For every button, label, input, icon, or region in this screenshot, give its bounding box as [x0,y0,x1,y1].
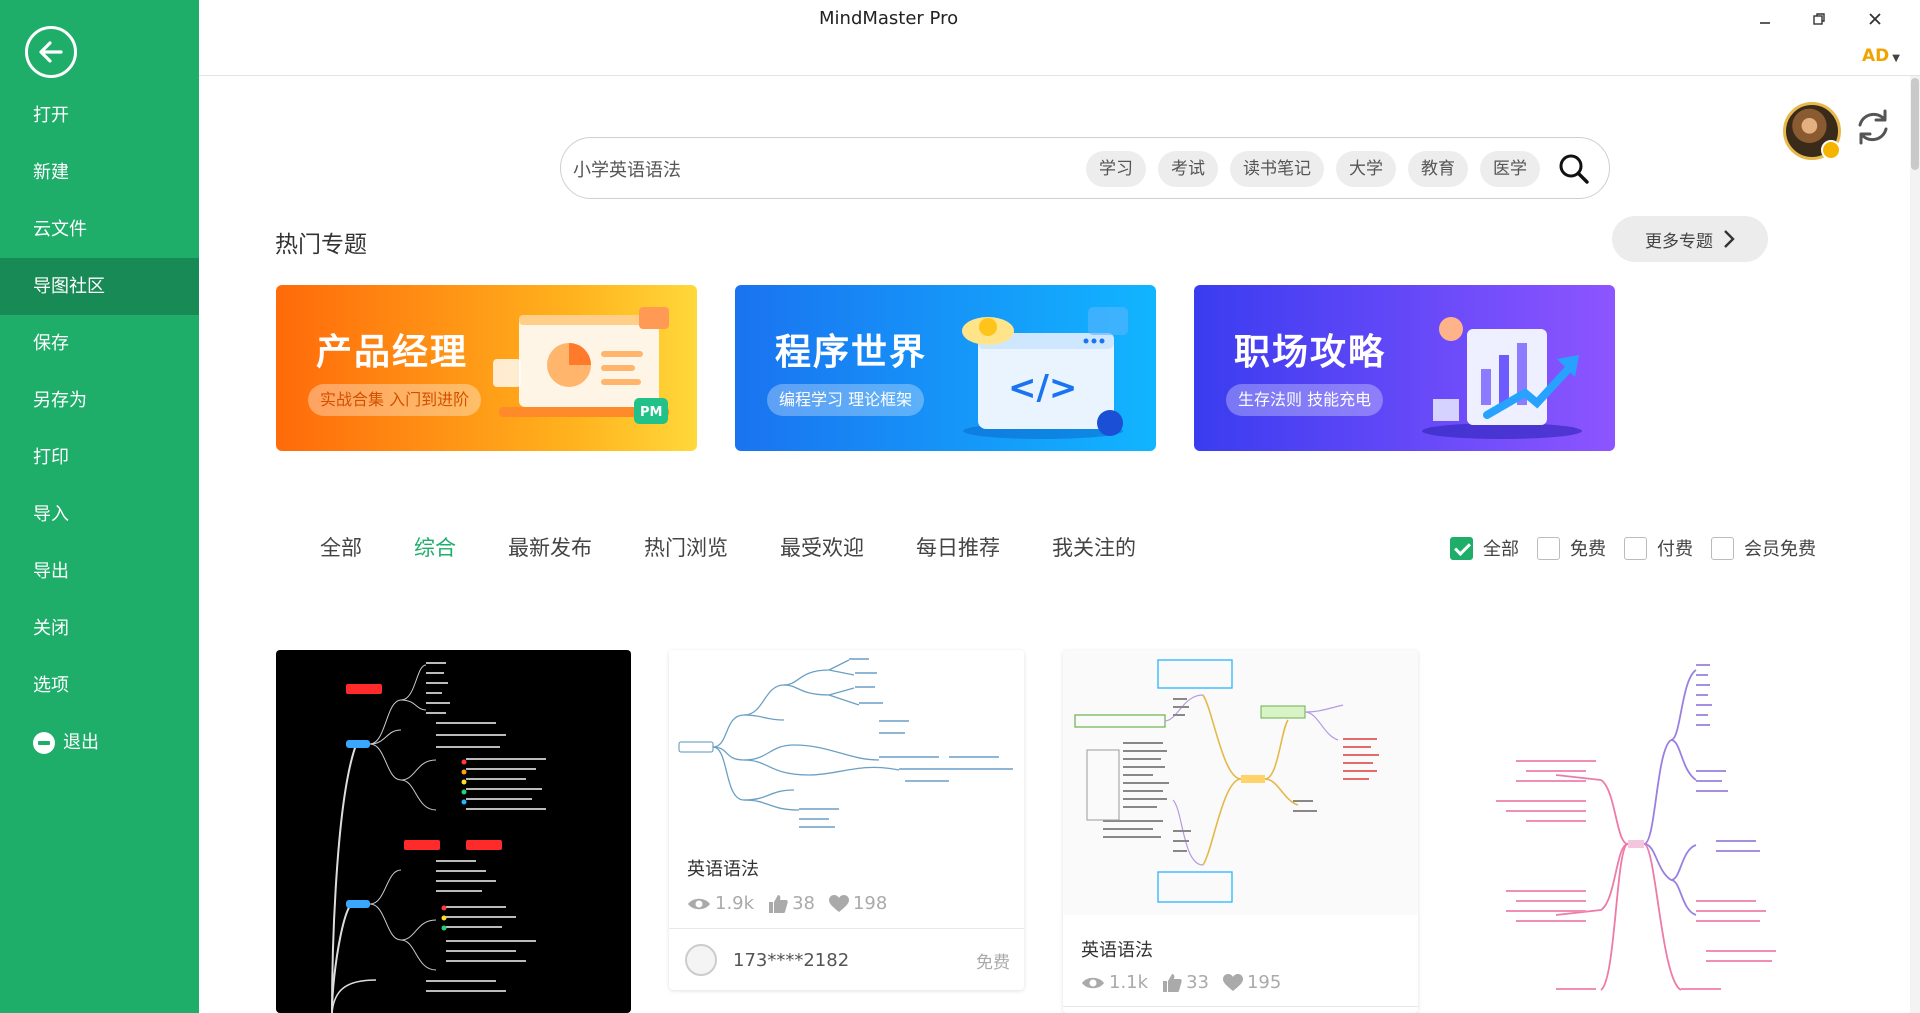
price-label: 免费 [976,953,1010,973]
growth-chart-illustration-icon [1422,317,1582,439]
scroll-thumb[interactable] [1911,78,1919,170]
sidebar-item-community[interactable]: 导图社区 [0,258,199,315]
search-tag[interactable]: 读书笔记 [1230,151,1324,187]
presentation-illustration-icon: PM [493,307,669,424]
sidebar-menu: 打开 新建 云文件 导图社区 保存 另存为 打印 导入 导出 关闭 选项 退出 [0,87,199,771]
filter-tabs: 全部 综合 最新发布 热门浏览 最受欢迎 每日推荐 我关注的 [320,532,1188,562]
card-author[interactable]: 173****2182 [685,944,849,976]
card-divider [1063,1006,1418,1007]
section-title: 热门专题 [275,232,367,258]
minimize-icon [1760,22,1770,24]
sidebar-item-open[interactable]: 打开 [0,87,199,144]
sidebar-item-new[interactable]: 新建 [0,144,199,201]
caret-down-icon: ▼ [1892,53,1900,64]
mindmap-thumbnail [669,650,1024,835]
minimize-button[interactable] [1750,6,1780,32]
sidebar: 打开 新建 云文件 导图社区 保存 另存为 打印 导入 导出 关闭 选项 退出 [0,0,199,1013]
tab-popular[interactable]: 最受欢迎 [780,532,864,562]
account-menu[interactable]: AD ▼ [1862,46,1900,66]
search-tag[interactable]: 学习 [1086,151,1146,187]
title-bar: MindMaster Pro AD ▼ [199,0,1920,76]
card-title: 英语语法 [1081,940,1153,961]
banner-programming[interactable]: 程序世界 编程学习 理论框架 </> [735,285,1156,451]
svg-text:PM: PM [640,405,662,420]
search-input[interactable] [573,151,1073,187]
more-topics-button[interactable]: 更多专题 [1612,216,1768,262]
mindmap-card[interactable]: 英语语法 1.1k 33 195 [1063,650,1418,1013]
banner-product-manager[interactable]: 产品经理 实战合集 入门到进阶 PM [276,285,697,451]
tab-following[interactable]: 我关注的 [1052,532,1136,562]
mindmap-thumbnail [1456,650,1811,1013]
tab-daily[interactable]: 每日推荐 [916,532,1000,562]
sync-button[interactable] [1852,106,1894,148]
banner-workplace[interactable]: 职场攻略 生存法则 技能充电 [1194,285,1615,451]
sidebar-item-print[interactable]: 打印 [0,429,199,486]
close-icon [1869,13,1881,25]
card-stats: 1.9k 38 198 [687,893,887,914]
eye-icon [1082,977,1104,988]
search-tag[interactable]: 教育 [1408,151,1468,187]
thumbs-up-icon [769,894,788,913]
sidebar-item-cloud[interactable]: 云文件 [0,201,199,258]
restore-icon [1813,13,1825,25]
filter-member-free-checkbox[interactable] [1711,536,1734,560]
restore-button[interactable] [1804,6,1834,32]
filter-free-checkbox[interactable] [1537,536,1560,560]
tab-latest[interactable]: 最新发布 [508,532,592,562]
vip-badge-icon [1821,140,1841,160]
back-arrow-icon[interactable] [25,26,77,78]
close-button[interactable] [1860,6,1890,32]
sidebar-item-options[interactable]: 选项 [0,657,199,714]
heart-icon [1222,973,1243,991]
price-filters: 全部 免费 付费 会员免费 [1450,535,1834,561]
search-tag[interactable]: 考试 [1158,151,1218,187]
app-title: MindMaster Pro [819,8,959,29]
heart-icon [828,894,849,912]
card-stats: 1.1k 33 195 [1081,972,1281,993]
code-window-illustration-icon: </> [962,307,1128,439]
mindmap-thumbnail [1063,650,1418,915]
sidebar-item-exit[interactable]: 退出 [0,714,199,771]
card-divider [669,928,1024,929]
search-icon[interactable] [1557,152,1591,186]
card-title: 英语语法 [687,859,759,880]
svg-text:</>: </> [1008,368,1077,408]
tab-hot[interactable]: 热门浏览 [644,532,728,562]
search-tag[interactable]: 医学 [1480,151,1540,187]
filter-paid-checkbox[interactable] [1624,536,1647,560]
filter-all-checkbox[interactable] [1450,536,1473,560]
sidebar-item-save[interactable]: 保存 [0,315,199,372]
sync-icon [1858,109,1888,145]
search-tag[interactable]: 大学 [1336,151,1396,187]
search-bar: 学习 考试 读书笔记 大学 教育 医学 [560,137,1610,199]
minus-circle-icon [33,731,55,754]
author-avatar [685,944,717,976]
eye-icon [688,898,710,909]
mindmap-card[interactable] [276,650,631,1013]
mindmap-card[interactable]: 英语语法 1.9k 38 198 173****2182 免费 [669,650,1024,990]
thumbs-up-icon [1163,973,1182,992]
sidebar-item-close[interactable]: 关闭 [0,600,199,657]
mindmap-card[interactable] [1456,650,1811,1013]
mindmap-thumbnail [276,650,631,1013]
tab-all[interactable]: 全部 [320,532,362,562]
tab-comprehensive[interactable]: 综合 [414,532,456,562]
sidebar-item-saveas[interactable]: 另存为 [0,372,199,429]
scrollbar[interactable] [1910,76,1920,1013]
chevron-right-icon [1724,230,1735,248]
sidebar-item-import[interactable]: 导入 [0,486,199,543]
user-avatar[interactable] [1783,102,1841,160]
search-tags: 学习 考试 读书笔记 大学 教育 医学 [1086,151,1540,187]
sidebar-item-export[interactable]: 导出 [0,543,199,600]
